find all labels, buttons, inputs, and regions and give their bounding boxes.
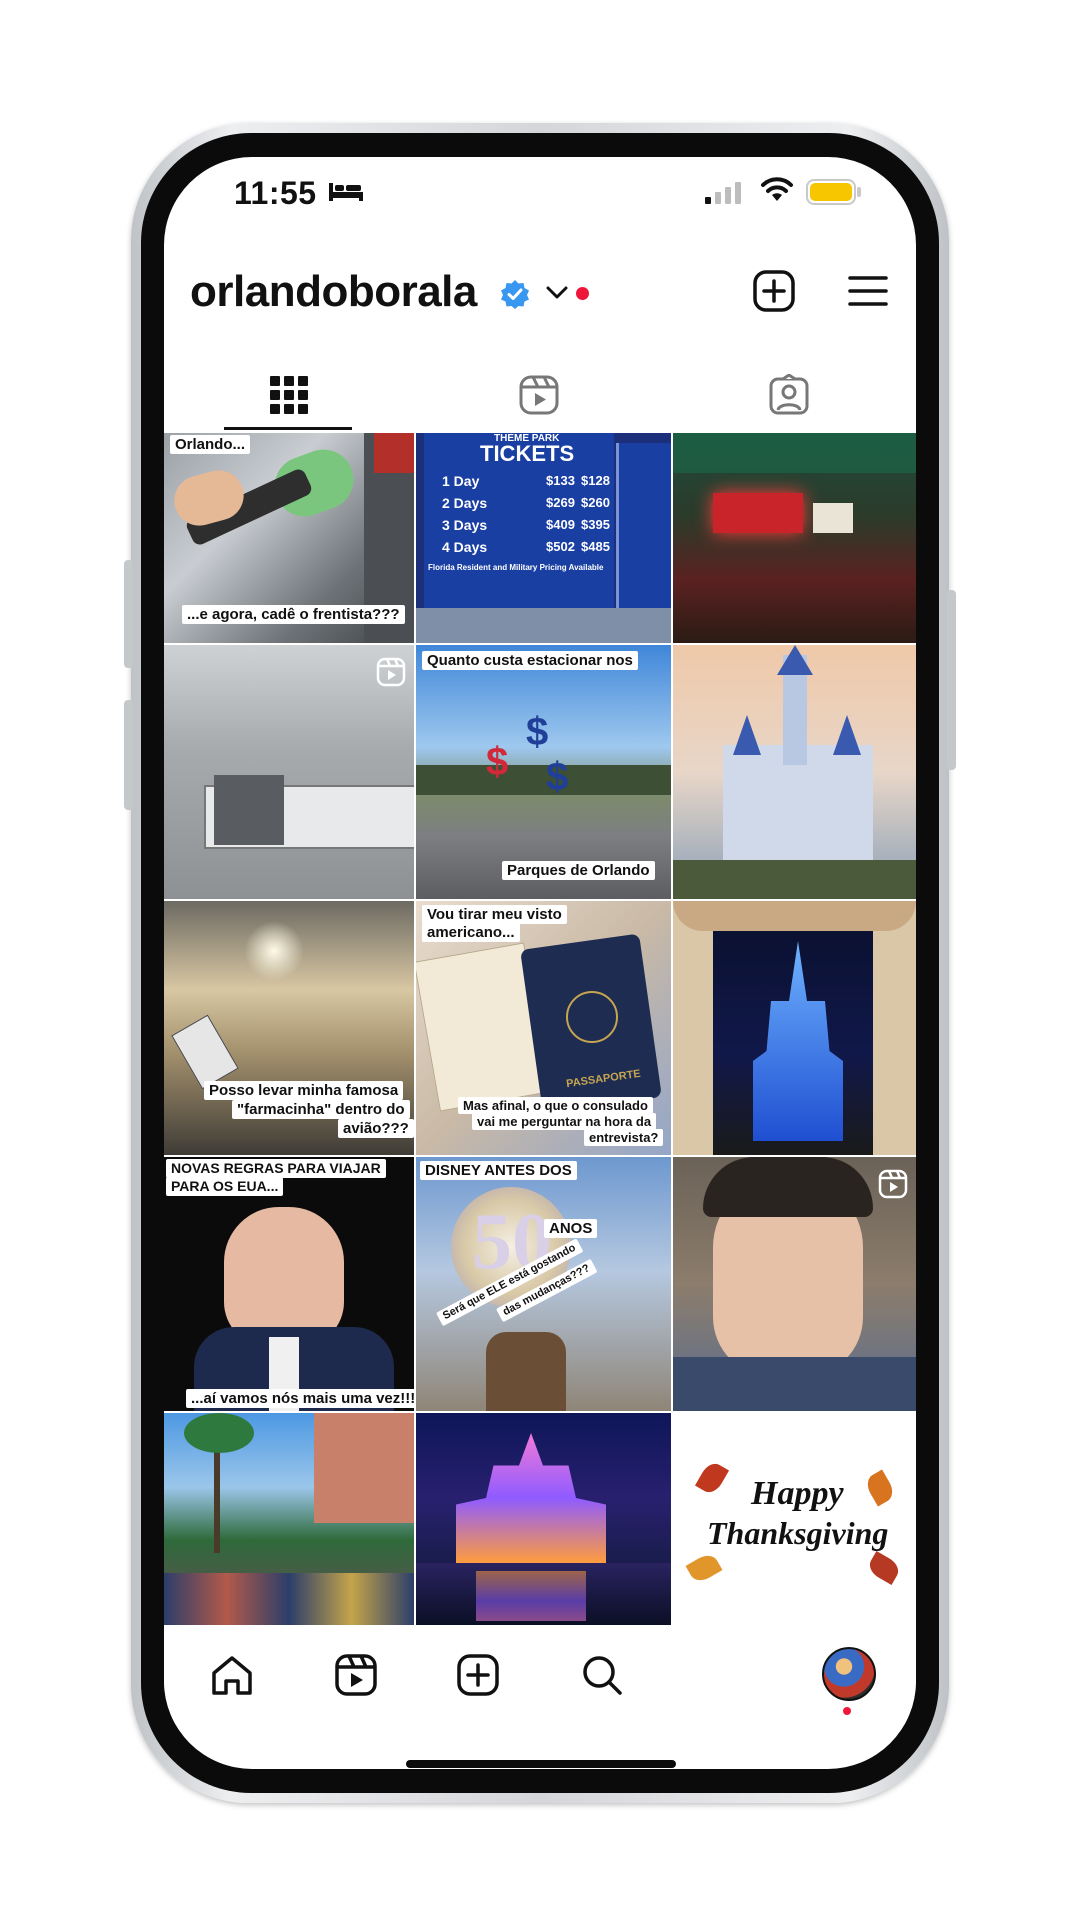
profile-username[interactable]: orlandoborala [190,267,477,317]
plus-square-icon [457,1654,499,1696]
post-caption: entrevista? [584,1129,664,1146]
verified-badge-icon [501,280,529,309]
cellular-signal-icon [705,182,741,204]
reels-icon [519,375,559,415]
ticket-footnote: Florida Resident and Military Pricing Av… [428,563,604,572]
reel-badge-icon [376,657,406,687]
nav-reels-button[interactable] [326,1645,386,1705]
post-caption: Mas afinal, o que o consulado [458,1097,653,1114]
create-post-button[interactable] [752,269,796,313]
post-caption: DISNEY ANTES DOS [420,1161,577,1180]
thanksgiving-text: Happy [751,1475,844,1512]
volume-button [124,700,133,810]
nav-profile-avatar[interactable] [822,1647,876,1701]
search-icon [583,1656,622,1695]
tab-reels[interactable] [414,357,664,433]
post-caption: ...e agora, cadê o frentista??? [182,605,405,624]
post-caption: ANOS [544,1219,598,1238]
phone-screen: 11:55 orlandoborala Orlando... ...e agor… [164,157,916,1769]
post-tile[interactable]: $ $ $ Quanto custa estacionar nos Parque… [416,645,671,899]
grid-icon [270,376,308,414]
post-tile[interactable] [164,645,414,899]
ticket-price: $409 [546,517,575,532]
ticket-price: $128 [581,473,610,488]
status-time: 11:55 [234,175,317,211]
battery-icon [806,179,861,205]
profile-header: orlandoborala [164,257,916,327]
post-caption: ...aí vamos nós mais uma vez!!! [186,1389,414,1408]
chevron-down-icon[interactable] [546,285,568,301]
post-tile[interactable] [416,1413,671,1625]
post-caption: vai me perguntar na hora da [472,1113,657,1130]
reels-icon [335,1654,377,1696]
wifi-icon [761,177,793,201]
reel-badge-icon [878,1169,908,1199]
hamburger-menu-icon[interactable] [848,275,888,307]
ticket-price: $395 [581,517,610,532]
post-caption: "farmacinha" dentro do [232,1100,410,1119]
bed-icon [329,183,363,201]
post-caption: Posso levar minha famosa [204,1081,404,1100]
silent-switch [124,560,133,668]
thanksgiving-text: Thanksgiving [707,1515,889,1551]
post-caption: avião??? [338,1119,414,1138]
post-caption: NOVAS REGRAS PARA VIAJAR [166,1159,386,1178]
status-bar: 11:55 [164,157,916,227]
home-indicator [406,1760,676,1768]
ticket-price: $133 [546,473,575,488]
post-caption: Parques de Orlando [502,861,655,880]
tab-posts-grid[interactable] [164,357,414,433]
post-caption: Orlando... [170,435,251,454]
post-caption: Vou tirar meu visto [422,905,567,924]
nav-search-button[interactable] [572,1645,632,1705]
post-caption: Quanto custa estacionar nos [422,651,638,670]
post-tile[interactable]: Posso levar minha famosa "farmacinha" de… [164,901,414,1155]
post-caption: americano... [422,923,520,942]
ticket-row-label: 3 Days [442,517,488,533]
power-button [947,590,956,770]
post-tile[interactable]: 50 DISNEY ANTES DOS ANOS Será que ELE es… [416,1157,671,1411]
nav-create-button[interactable] [448,1645,508,1705]
profile-tabs [164,357,916,433]
ticket-row-label: 2 Days [442,495,488,511]
home-icon [212,1656,252,1695]
ticket-price: $502 [546,539,575,554]
post-tile[interactable]: THEME PARK TICKETS 1 Day $133 $128 2 Day… [416,433,671,643]
ticket-price: $269 [546,495,575,510]
ticket-row-label: 1 Day [442,473,480,489]
ticket-price: $485 [581,539,610,554]
post-tile[interactable]: Happy Thanksgiving [673,1413,916,1625]
tickets-title: TICKETS [480,441,575,466]
ticket-price: $260 [581,495,610,510]
post-tile[interactable] [673,1157,916,1411]
post-tile[interactable]: Orlando... ...e agora, cadê o frentista?… [164,433,414,643]
tab-active-indicator [224,427,352,430]
ticket-row-label: 4 Days [442,539,488,555]
notification-dot-icon [576,287,589,300]
post-tile[interactable] [673,901,916,1155]
post-tile[interactable] [164,1413,414,1625]
profile-notification-dot [843,1707,851,1715]
nav-home-button[interactable] [202,1645,262,1705]
post-tile[interactable] [673,433,916,643]
tab-tagged[interactable] [664,357,914,433]
post-tile[interactable]: PASSAPORTE Vou tirar meu visto americano… [416,901,671,1155]
tagged-person-icon [769,374,809,415]
post-tile[interactable]: NOVAS REGRAS PARA VIAJAR PARA OS EUA... … [164,1157,414,1411]
post-tile[interactable] [673,645,916,899]
bottom-nav [164,1625,916,1725]
post-caption: PARA OS EUA... [166,1177,284,1196]
